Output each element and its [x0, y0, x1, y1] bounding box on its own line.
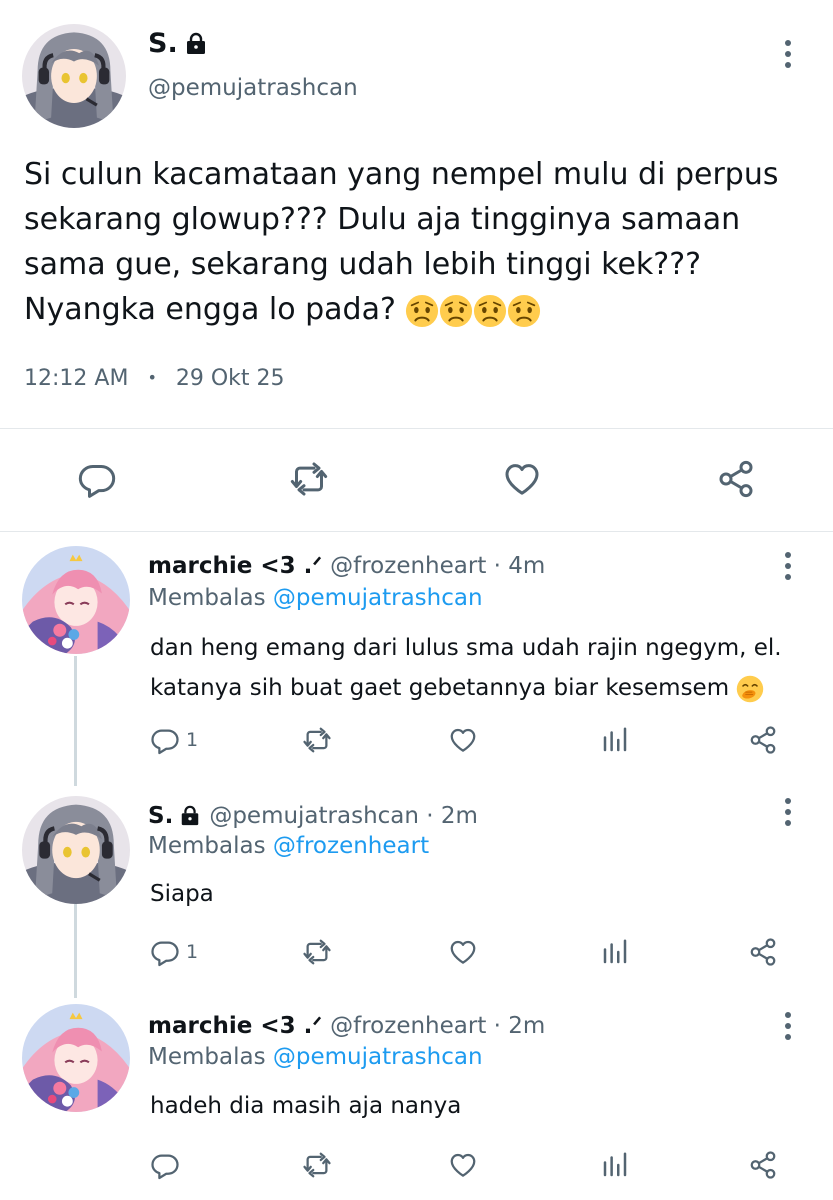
replying-to: Membalas @frozenheart — [148, 833, 429, 859]
reply-text: dan heng emang dari lulus sma udah rajin… — [150, 628, 810, 708]
author-handle[interactable]: @frozenheart · 2m — [330, 1013, 545, 1039]
reply-button[interactable] — [150, 1150, 180, 1180]
tweet-time: 12:12 AM — [24, 366, 129, 391]
reply-count: 1 — [186, 729, 199, 751]
mention-link[interactable]: @pemujatrashcan — [273, 585, 483, 611]
reply-icon — [150, 1150, 180, 1180]
main-tweet: S. @pemujatrashcan Si culun kacamataan y… — [0, 0, 833, 532]
replying-to-label: Membalas — [148, 585, 266, 611]
retweet-icon — [300, 937, 334, 967]
reply-text-body: dan heng emang dari lulus sma udah rajin… — [150, 635, 782, 701]
author-handle[interactable]: @frozenheart · 4m — [330, 553, 545, 579]
reply-text: hadeh dia masih aja nanya — [150, 1093, 462, 1119]
avatar[interactable] — [22, 546, 130, 654]
lock-icon — [179, 805, 201, 827]
share-button[interactable] — [748, 937, 778, 967]
reply-count: 1 — [186, 941, 199, 963]
retweet-button[interactable] — [300, 937, 334, 967]
tweet-text: Si culun kacamataan yang nempel mulu di … — [24, 152, 814, 332]
grey-hair-avatar-image — [22, 796, 130, 904]
retweet-icon — [300, 1150, 334, 1180]
reply-button[interactable]: 1 — [150, 725, 198, 755]
reply-icon — [150, 725, 180, 755]
replying-to: Membalas @pemujatrashcan — [148, 1044, 483, 1070]
reply-header: marchie <3 .ᐟ @frozenheart · 4m — [148, 553, 545, 579]
views-button[interactable] — [600, 725, 630, 755]
views-button[interactable] — [600, 1150, 630, 1180]
share-icon — [748, 1150, 778, 1180]
share-icon — [748, 937, 778, 967]
reply-icon — [150, 937, 180, 967]
retweet-button[interactable] — [300, 725, 334, 755]
like-button[interactable] — [446, 937, 480, 967]
heart-icon — [446, 937, 480, 967]
replying-to-label: Membalas — [148, 1044, 266, 1070]
author-name[interactable]: S. — [148, 28, 208, 59]
tweet-timestamp[interactable]: 12:12 AM • 29 Okt 25 — [24, 366, 285, 391]
avatar[interactable] — [22, 796, 130, 904]
tweet-actions — [0, 455, 833, 505]
mention-link[interactable]: @pemujatrashcan — [273, 1044, 483, 1070]
retweet-button[interactable] — [300, 1150, 334, 1180]
author-name[interactable]: S. — [148, 803, 173, 829]
divider — [0, 428, 833, 429]
share-button[interactable] — [716, 459, 756, 499]
worried-face-icon — [439, 294, 473, 328]
more-options-icon[interactable] — [778, 1006, 798, 1046]
author-handle[interactable]: @pemujatrashcan · 2m — [209, 803, 478, 829]
avatar[interactable] — [22, 1004, 130, 1112]
retweet-button[interactable] — [287, 459, 331, 499]
share-icon — [716, 459, 756, 499]
reply-icon — [77, 459, 117, 499]
more-options-icon[interactable] — [778, 34, 798, 74]
worried-face-icon — [405, 294, 439, 328]
author-name[interactable]: marchie <3 .ᐟ — [148, 553, 322, 579]
emoji-group — [405, 292, 541, 327]
author-handle[interactable]: @pemujatrashcan — [148, 75, 358, 101]
lock-icon — [184, 32, 208, 56]
author-name-text: S. — [148, 28, 178, 59]
worried-face-icon — [473, 294, 507, 328]
worried-face-icon — [507, 294, 541, 328]
replying-to-label: Membalas — [148, 833, 266, 859]
share-button[interactable] — [748, 725, 778, 755]
like-button[interactable] — [446, 725, 480, 755]
retweet-icon — [300, 725, 334, 755]
pink-hair-avatar-image — [22, 1004, 130, 1112]
face-with-hand-over-mouth-icon — [736, 675, 764, 703]
tweet-date: 29 Okt 25 — [175, 366, 285, 391]
stats-icon — [600, 1150, 630, 1180]
pink-hair-avatar-image — [22, 546, 130, 654]
share-icon — [748, 725, 778, 755]
author-name[interactable]: marchie <3 .ᐟ — [148, 1013, 322, 1039]
reply-button[interactable] — [77, 459, 117, 499]
reply-tweet: marchie <3 .ᐟ @frozenheart · 2m Membalas… — [0, 1000, 833, 1200]
reply-tweet: S. @pemujatrashcan · 2m Membalas @frozen… — [0, 790, 833, 1000]
retweet-icon — [287, 459, 331, 499]
stats-icon — [600, 937, 630, 967]
stats-icon — [600, 725, 630, 755]
more-options-icon[interactable] — [778, 792, 798, 832]
heart-icon — [446, 1150, 480, 1180]
like-button[interactable] — [500, 459, 544, 499]
heart-icon — [446, 725, 480, 755]
divider — [0, 531, 833, 532]
share-button[interactable] — [748, 1150, 778, 1180]
grey-hair-avatar-image — [22, 24, 126, 128]
reply-header: S. @pemujatrashcan · 2m — [148, 803, 478, 829]
separator-dot: • — [147, 368, 157, 387]
heart-icon — [500, 459, 544, 499]
more-options-icon[interactable] — [778, 546, 798, 586]
like-button[interactable] — [446, 1150, 480, 1180]
replying-to: Membalas @pemujatrashcan — [148, 585, 483, 611]
reply-text: Siapa — [150, 881, 214, 907]
avatar[interactable] — [22, 24, 126, 128]
reply-header: marchie <3 .ᐟ @frozenheart · 2m — [148, 1013, 545, 1039]
mention-link[interactable]: @frozenheart — [273, 833, 429, 859]
views-button[interactable] — [600, 937, 630, 967]
reply-tweet: marchie <3 .ᐟ @frozenheart · 4m Membalas… — [0, 540, 833, 790]
reply-button[interactable]: 1 — [150, 937, 198, 967]
